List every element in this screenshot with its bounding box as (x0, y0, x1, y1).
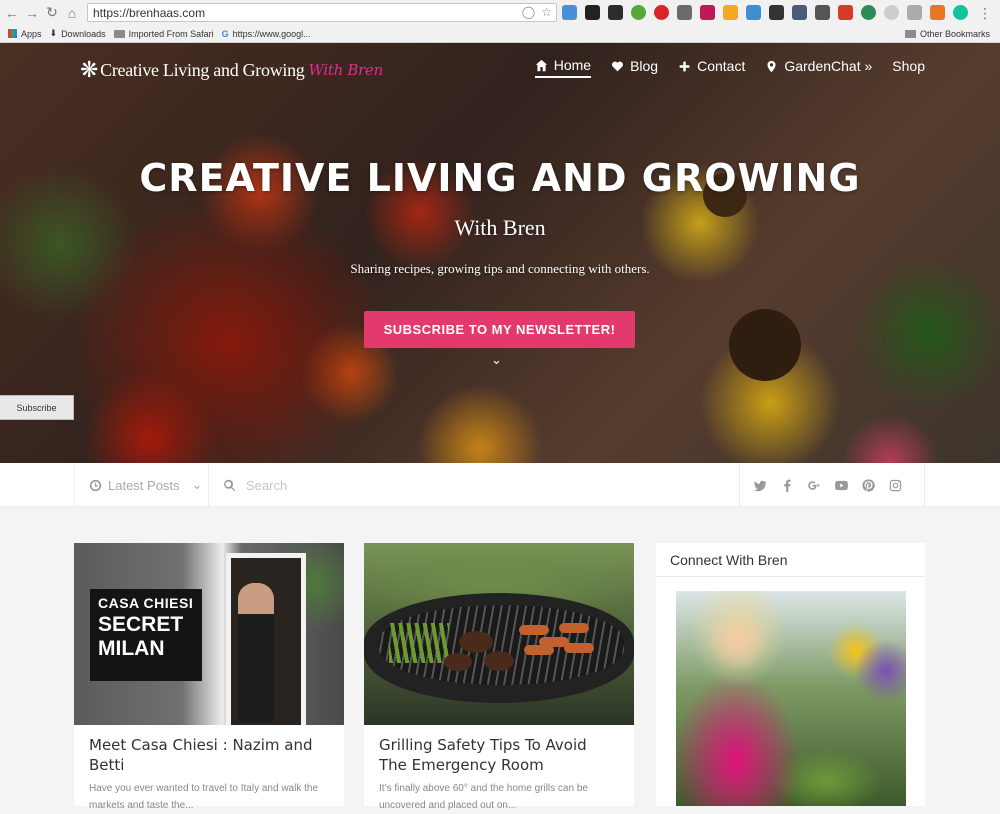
hero-tagline: Sharing recipes, growing tips and connec… (350, 261, 650, 276)
other-bookmarks[interactable]: Other Bookmarks (904, 29, 990, 39)
post-thumbnail[interactable] (364, 543, 634, 725)
post-card[interactable]: CASA CHIESI SECRET MILAN Meet Casa Chies… (74, 543, 344, 811)
extension-icon[interactable] (861, 5, 876, 20)
download-icon: ⬇ (49, 28, 58, 38)
apps-icon (8, 29, 17, 38)
bookmark-downloads[interactable]: ⬇ Downloads (50, 28, 106, 39)
pinterest-icon[interactable] (862, 478, 875, 492)
search-icon (224, 479, 236, 491)
extension-icon[interactable] (654, 5, 669, 20)
thumbnail-caption: CASA CHIESI SECRET MILAN (90, 589, 202, 681)
address-text[interactable]: https://brenhaas.com (93, 6, 205, 20)
post-title[interactable]: Grilling Safety Tips To Avoid The Emerge… (379, 735, 619, 775)
folder-icon (904, 30, 916, 38)
hero-banner: ❋ Creative Living and Growing With Bren … (0, 43, 1000, 463)
home-icon (535, 59, 547, 71)
reload-icon[interactable]: ↻ (42, 3, 62, 23)
filter-bar: Latest Posts ⌄ Search (0, 463, 1000, 507)
nav-contact[interactable]: Contact (678, 57, 745, 78)
bookmark-apps[interactable]: Apps (8, 29, 42, 39)
extension-icon[interactable] (608, 5, 623, 20)
nav-blog[interactable]: Blog (611, 57, 658, 78)
browser-toolbar: ← → ↻ ⌂ https://brenhaas.com ◯ ☆ ⋮ (0, 0, 1000, 25)
subscribe-newsletter-button[interactable]: SUBSCRIBE TO MY NEWSLETTER! (364, 311, 635, 348)
subscribe-side-button[interactable]: Subscribe (0, 395, 74, 420)
map-pin-icon (767, 60, 776, 72)
extension-icon[interactable] (769, 5, 784, 20)
chevron-down-icon: ⌄ (191, 477, 203, 492)
extension-icon[interactable] (562, 5, 577, 20)
social-links (739, 463, 925, 507)
widget-heading: Connect With Bren (656, 543, 925, 577)
forward-icon[interactable]: → (22, 3, 42, 23)
heart-icon (612, 61, 624, 71)
scroll-down-icon[interactable]: ⌄ (491, 352, 502, 368)
extension-icon[interactable] (723, 5, 738, 20)
menu-icon[interactable]: ⋮ (975, 3, 995, 23)
extension-icon[interactable] (815, 5, 830, 20)
nav-home[interactable]: Home (534, 57, 592, 78)
post-thumbnail[interactable]: CASA CHIESI SECRET MILAN (74, 543, 344, 725)
shield-icon[interactable]: ◯ (522, 5, 535, 19)
extension-icon[interactable] (700, 5, 715, 20)
nav-shop[interactable]: Shop (892, 57, 925, 78)
google-icon: G (221, 28, 229, 39)
extension-icon[interactable] (838, 5, 853, 20)
back-icon[interactable]: ← (2, 3, 22, 23)
nav-gardenchat[interactable]: GardenChat » (765, 57, 872, 78)
twitter-icon[interactable] (754, 479, 767, 492)
bookmark-google[interactable]: Ghttps://www.googl... (222, 29, 311, 39)
post-excerpt: It’s finally above 60° and the home gril… (379, 783, 588, 811)
starburst-icon: ❋ (80, 57, 99, 82)
main-nav: Home Blog Contact GardenChat » Shop (534, 57, 925, 78)
sidebar-widget: Connect With Bren (656, 543, 925, 806)
hero-subtitle: With Bren (454, 215, 546, 240)
post-card[interactable]: Grilling Safety Tips To Avoid The Emerge… (364, 543, 634, 811)
instagram-icon[interactable] (889, 479, 902, 492)
post-excerpt: Have you ever wanted to travel to Italy … (89, 783, 319, 811)
home-browser-icon[interactable]: ⌂ (62, 3, 82, 23)
google-plus-icon[interactable] (808, 479, 821, 492)
post-title[interactable]: Meet Casa Chiesi : Nazim and Betti (89, 735, 329, 775)
facebook-icon[interactable] (781, 479, 794, 492)
extension-icon[interactable] (907, 5, 922, 20)
extension-icon[interactable] (677, 5, 692, 20)
hero-title: CREATIVE LIVING AND GROWING (139, 156, 861, 200)
extension-icon[interactable] (884, 5, 899, 20)
extension-icon[interactable] (585, 5, 600, 20)
bookmark-safari[interactable]: Imported From Safari (113, 29, 214, 39)
extension-icon[interactable] (792, 5, 807, 20)
author-photo[interactable] (676, 591, 906, 806)
star-icon[interactable]: ☆ (541, 5, 552, 19)
folder-icon (113, 29, 125, 38)
address-bar[interactable]: https://brenhaas.com ◯ ☆ (87, 3, 557, 22)
search-placeholder[interactable]: Search (246, 478, 287, 493)
youtube-icon[interactable] (835, 479, 848, 492)
search-field[interactable]: Search (209, 463, 394, 507)
bookmarks-bar: Apps ⬇ Downloads Imported From Safari Ght… (0, 25, 1000, 43)
site-logo[interactable]: ❋ Creative Living and Growing With Bren (80, 57, 383, 83)
extension-icon[interactable] (631, 5, 646, 20)
extension-icon[interactable] (930, 5, 945, 20)
extension-icon[interactable] (746, 5, 761, 20)
extension-icon[interactable] (953, 5, 968, 20)
latest-posts-dropdown[interactable]: Latest Posts ⌄ (74, 463, 209, 507)
clock-icon (89, 479, 102, 491)
plus-icon (679, 61, 690, 71)
